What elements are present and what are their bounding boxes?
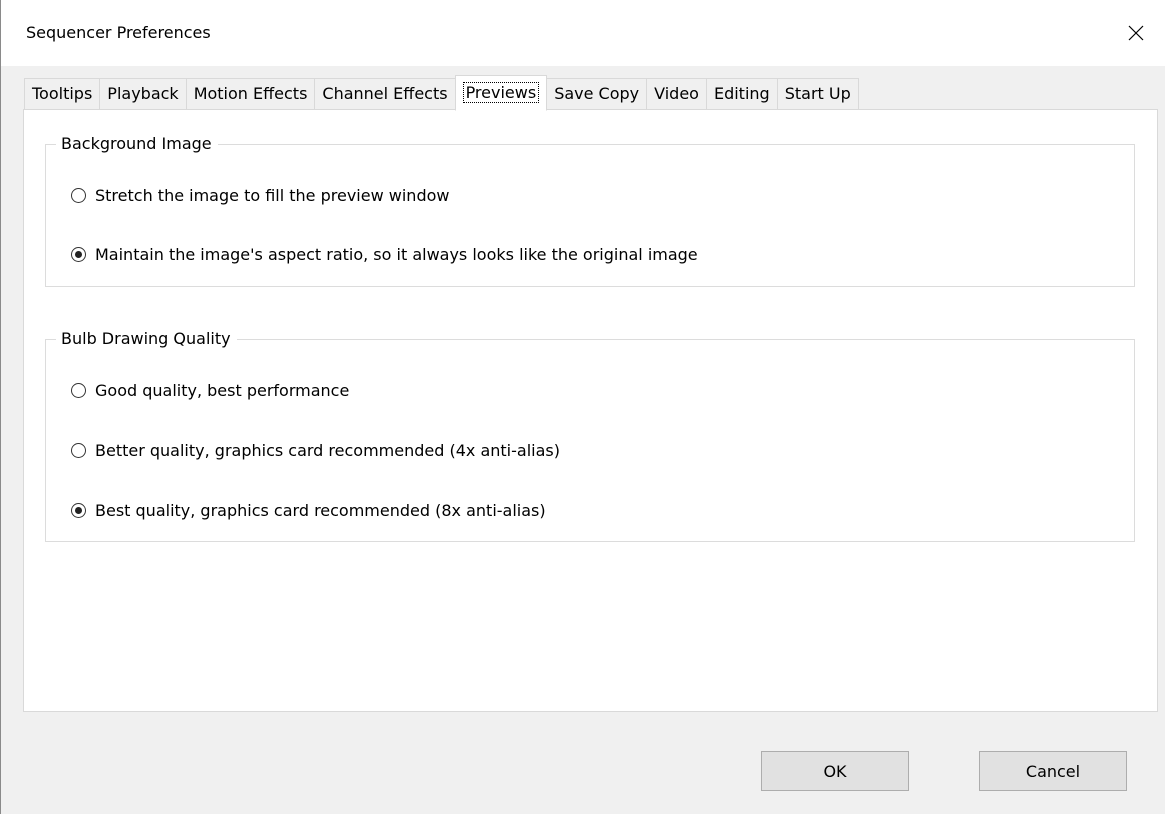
radio-button-icon[interactable] [71,502,86,518]
tab-channel-effects[interactable]: Channel Effects [314,78,455,111]
tab-label: Channel Effects [322,84,448,103]
radio-label: Better quality, graphics card recommende… [95,440,560,460]
tab-label: Editing [713,84,770,103]
close-icon [1128,25,1144,41]
radio-label: Best quality, graphics card recommended … [95,500,546,520]
tab-label: Save Copy [554,84,640,103]
tab-video[interactable]: Video [646,78,706,111]
tab-save-copy[interactable]: Save Copy [547,78,647,111]
radio-good-quality[interactable]: Good quality, best performance [71,378,349,402]
tab-label: Video [654,84,699,103]
ok-button-label: OK [823,761,847,781]
tab-tooltips[interactable]: Tooltips [24,78,100,111]
radio-better-quality[interactable]: Better quality, graphics card recommende… [71,438,560,462]
tab-label: Playback [107,84,179,103]
radio-best-quality[interactable]: Best quality, graphics card recommended … [71,498,546,522]
radio-button-icon[interactable] [71,246,86,262]
preferences-dialog: Sequencer Preferences Tooltips Playback … [0,0,1165,814]
radio-selected-dot [75,250,82,258]
tab-label: Tooltips [32,84,93,103]
close-button[interactable] [1116,15,1156,51]
group-legend: Background Image [56,133,218,155]
radio-label: Good quality, best performance [95,380,350,400]
tab-motion-effects[interactable]: Motion Effects [185,78,315,111]
tab-label: Previews [462,82,540,103]
radio-label: Stretch the image to fill the preview wi… [95,185,450,205]
group-legend: Bulb Drawing Quality [56,328,237,350]
radio-button-icon[interactable] [71,187,86,203]
previews-tab-panel: Background Image Stretch the image to fi… [23,109,1158,712]
title-bar: Sequencer Preferences [1,0,1165,66]
tab-label: Motion Effects [193,84,308,103]
ok-button[interactable]: OK [761,751,909,791]
radio-button-icon[interactable] [71,442,86,458]
cancel-button[interactable]: Cancel [979,751,1127,791]
window-title: Sequencer Preferences [26,23,211,42]
radio-button-icon[interactable] [71,382,86,398]
radio-maintain-aspect[interactable]: Maintain the image's aspect ratio, so it… [71,242,698,266]
radio-selected-dot [75,506,82,514]
radio-label: Maintain the image's aspect ratio, so it… [95,244,698,264]
tab-label: Start Up [784,84,851,103]
tab-start-up[interactable]: Start Up [776,78,859,111]
tab-playback[interactable]: Playback [99,78,186,111]
bulb-drawing-quality-group: Bulb Drawing Quality Good quality, best … [45,328,1135,542]
radio-stretch-image[interactable]: Stretch the image to fill the preview wi… [71,183,449,207]
tab-strip: Tooltips Playback Motion Effects Channel… [24,75,859,111]
cancel-button-label: Cancel [1025,761,1081,781]
tab-previews[interactable]: Previews [454,75,548,111]
tab-editing[interactable]: Editing [705,78,777,111]
background-image-group: Background Image Stretch the image to fi… [45,133,1135,287]
